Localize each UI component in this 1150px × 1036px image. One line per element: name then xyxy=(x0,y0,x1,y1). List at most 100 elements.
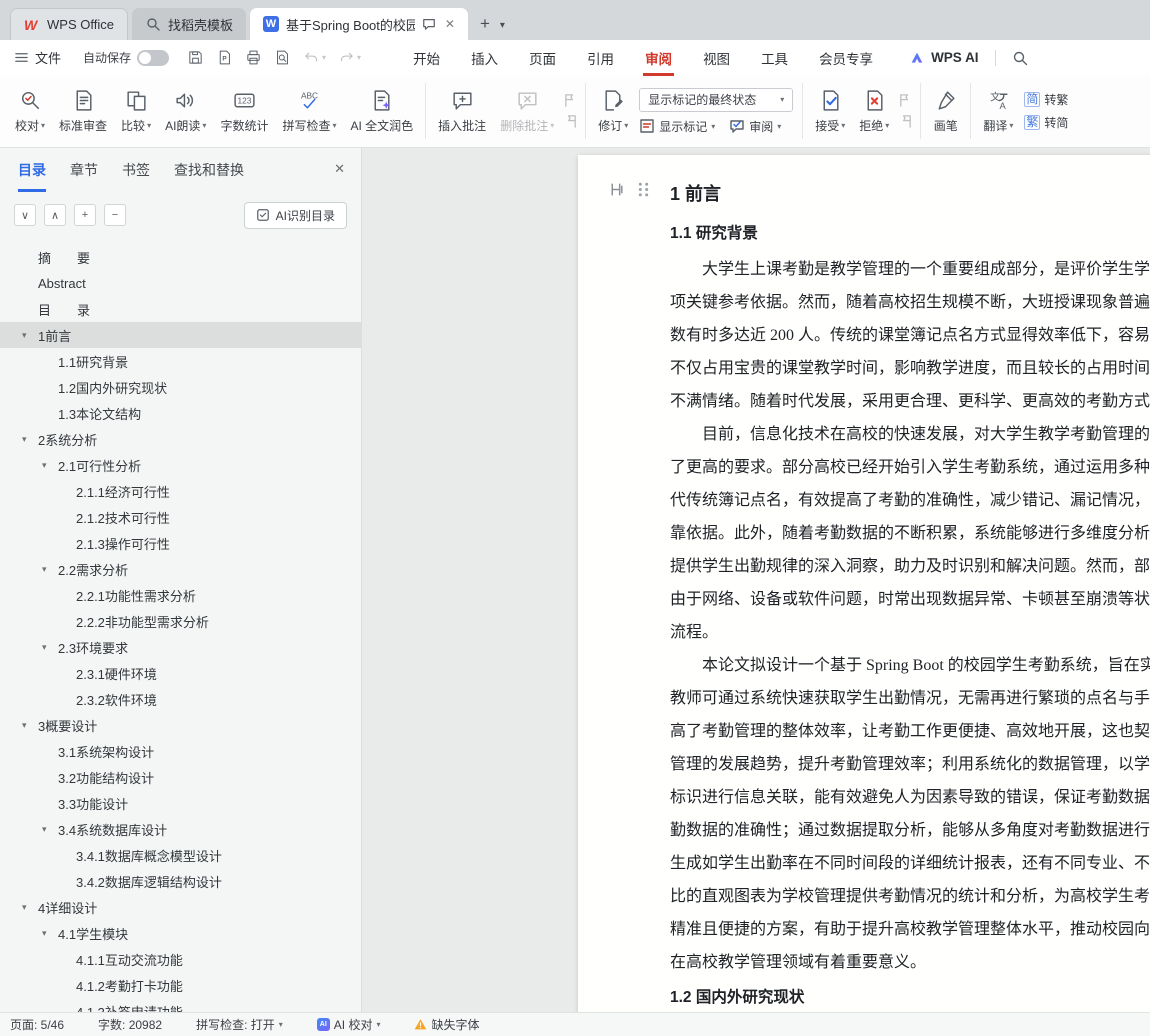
toc-item[interactable]: ▾ 4.1学生模块 xyxy=(0,920,361,946)
autosave-toggle[interactable] xyxy=(137,49,170,66)
document-line[interactable]: 不仅占用宝贵的课堂教学时间，影响教学进度，而且较长的占用时间 xyxy=(670,352,1150,385)
standard-review-button[interactable]: 标准审查 xyxy=(52,83,114,139)
ribbon-tab[interactable]: 开始 xyxy=(411,40,442,76)
document-page[interactable]: 1 前言 1.1 研究背景 大学生上课考勤是教学管理的一个重要组成部分，是评价学生学… xyxy=(578,155,1150,1012)
word-count-button[interactable]: 123 字数统计 xyxy=(213,83,275,139)
tab-wps-office[interactable]: W WPS Office xyxy=(10,8,128,40)
document-line[interactable]: 勤数据的准确性；通过数据提取分析，能够从多角度对考勤数据进行 xyxy=(670,814,1150,847)
print-preview-icon[interactable] xyxy=(274,49,291,66)
toc-expand-arrow-icon[interactable]: ▾ xyxy=(42,824,47,835)
document-line[interactable]: 比的直观图表为学校管理提供考勤情况的统计和分析，为高校学生考勤 xyxy=(670,880,1150,913)
save-icon[interactable] xyxy=(187,49,204,66)
reject-change-button[interactable]: 拒绝 ▾ xyxy=(852,83,896,139)
toc-item[interactable]: ▾ 2.2需求分析 xyxy=(0,556,361,582)
document-line[interactable]: 1.1 研究背景 xyxy=(670,215,1150,253)
toc-item[interactable]: ▾ Abstract xyxy=(0,270,361,296)
previous-change-icon[interactable] xyxy=(898,93,913,108)
document-line[interactable]: 在高校教学管理领域有着重要意义。 xyxy=(670,946,1150,979)
ribbon-tab[interactable]: 页面 xyxy=(527,40,558,76)
next-comment-icon[interactable] xyxy=(563,114,578,129)
toc-item[interactable]: ▾ 4.1.1互动交流功能 xyxy=(0,946,361,972)
ribbon-tab[interactable]: 审阅 xyxy=(643,40,675,76)
document-line[interactable]: 由于网络、设备或软件问题，时常出现数据异常、卡顿甚至崩溃等状 xyxy=(670,583,1150,616)
ai-polish-button[interactable]: AI 全文润色 xyxy=(343,83,420,139)
accept-change-button[interactable]: 接受 ▾ xyxy=(808,83,852,139)
document-line[interactable]: 标识进行信息关联，能有效避免人为因素导致的错误，保证考勤数据 xyxy=(670,781,1150,814)
document-line[interactable]: 靠依据。此外，随着考勤数据的不断积累，系统能够进行多维度分析 xyxy=(670,517,1150,550)
document-line[interactable]: 大学生上课考勤是教学管理的一个重要组成部分，是评价学生学 xyxy=(670,253,1150,286)
missing-font-warning[interactable]: 缺失字体 xyxy=(414,1016,479,1033)
spell-check-button[interactable]: ABC 拼写检查 ▾ xyxy=(275,83,343,139)
document-line[interactable]: 生成如学生出勤率在不同时间段的详细统计报表，还有不同专业、不 xyxy=(670,847,1150,880)
document-line[interactable]: 1 前言 xyxy=(670,173,1150,215)
undo-button[interactable]: ▾ xyxy=(303,49,326,66)
document-line[interactable]: 代传统簿记点名，有效提高了考勤的准确性，减少错记、漏记情况， xyxy=(670,484,1150,517)
toc-item[interactable]: ▾ 2.3.2软件环境 xyxy=(0,686,361,712)
redo-button[interactable]: ▾ xyxy=(338,49,361,66)
toc-item[interactable]: ▾ 2.1可行性分析 xyxy=(0,452,361,478)
document-line[interactable]: 本论文拟设计一个基于 Spring Boot 的校园学生考勤系统，旨在实 xyxy=(670,649,1150,682)
print-icon[interactable] xyxy=(245,49,262,66)
sidebar-tab[interactable]: 书签 xyxy=(122,148,150,192)
toc-item[interactable]: ▾ 4.1.2考勤打卡功能 xyxy=(0,972,361,998)
document-line[interactable]: 提供学生出勤规律的深入洞察，助力及时识别和解决问题。然而，部分 xyxy=(670,550,1150,583)
toc-item[interactable]: ▾ 3.1系统架构设计 xyxy=(0,738,361,764)
toc-expand-arrow-icon[interactable]: ▾ xyxy=(22,434,27,445)
toc-expand-arrow-icon[interactable]: ▾ xyxy=(42,642,47,653)
toc-item[interactable]: ▾ 1前言 xyxy=(0,322,361,348)
export-pdf-icon[interactable]: P xyxy=(216,49,233,66)
spell-check-status[interactable]: 拼写检查: 打开 ▾ xyxy=(196,1016,283,1033)
file-menu-button[interactable]: 文件 xyxy=(14,48,61,67)
demote-button[interactable]: − xyxy=(104,204,126,226)
ribbon-tab[interactable]: 工具 xyxy=(759,40,790,76)
search-icon[interactable] xyxy=(1012,50,1028,66)
toc-item[interactable]: ▾ 2.1.1经济可行性 xyxy=(0,478,361,504)
translate-button[interactable]: 文A 翻译 ▾ xyxy=(976,83,1020,139)
toc-item[interactable]: ▾ 3.4.1数据库概念模型设计 xyxy=(0,842,361,868)
sidebar-tab[interactable]: 查找和替换 xyxy=(174,148,244,192)
toc-item[interactable]: ▾ 摘 要 xyxy=(0,244,361,270)
ink-brush-button[interactable]: 画笔 xyxy=(926,83,965,139)
toc-item[interactable]: ▾ 2.3环境要求 xyxy=(0,634,361,660)
sidebar-tab[interactable]: 章节 xyxy=(70,148,98,192)
collapse-all-button[interactable]: ∨ xyxy=(14,204,36,226)
toc-item[interactable]: ▾ 3.4系统数据库设计 xyxy=(0,816,361,842)
document-line[interactable]: 1.2 国内外研究现状 xyxy=(670,979,1150,1012)
expand-all-button[interactable]: ∧ xyxy=(44,204,66,226)
show-marks-button[interactable]: 显示标记 ▾ xyxy=(639,118,715,135)
toc-item[interactable]: ▾ 1.3本论文结构 xyxy=(0,400,361,426)
document-line[interactable]: 高了考勤管理的整体效率，让考勤工作更便捷、高效地开展，这也契 xyxy=(670,715,1150,748)
document-line[interactable]: 了更高的要求。部分高校已经开始引入学生考勤系统，通过运用多种 xyxy=(670,451,1150,484)
toc-expand-arrow-icon[interactable]: ▾ xyxy=(42,564,47,575)
tab-docer-templates[interactable]: 找稻壳模板 xyxy=(131,8,246,40)
toc-item[interactable]: ▾ 2系统分析 xyxy=(0,426,361,452)
promote-button[interactable]: + xyxy=(74,204,96,226)
toc-item[interactable]: ▾ 2.2.1功能性需求分析 xyxy=(0,582,361,608)
traditional-to-simplified-button[interactable]: 繁 转简 xyxy=(1024,114,1068,131)
document-line[interactable]: 教师可通过系统快速获取学生出勤情况，无需再进行繁琐的点名与手 xyxy=(670,682,1150,715)
new-tab-button[interactable]: + xyxy=(480,14,490,34)
toc-item[interactable]: ▾ 1.1研究背景 xyxy=(0,348,361,374)
tab-document[interactable]: W 基于Spring Boot的校园学生 ✕ xyxy=(249,8,468,40)
document-line[interactable]: 目前，信息化技术在高校的快速发展，对大学生教学考勤管理的 xyxy=(670,418,1150,451)
toc-expand-arrow-icon[interactable]: ▾ xyxy=(22,720,27,731)
compare-button[interactable]: 比较 ▾ xyxy=(114,83,158,139)
toc-item[interactable]: ▾ 目 录 xyxy=(0,296,361,322)
track-changes-button[interactable]: 修订 ▾ xyxy=(591,83,635,139)
ribbon-tab[interactable]: 会员专享 xyxy=(817,40,875,76)
close-tab-icon[interactable]: ✕ xyxy=(445,17,455,31)
document-line[interactable]: 管理的发展趋势，提升考勤管理效率；利用系统化的数据管理，以学 xyxy=(670,748,1150,781)
toc-item[interactable]: ▾ 2.1.3操作可行性 xyxy=(0,530,361,556)
delete-comment-button[interactable]: 删除批注 ▾ xyxy=(493,83,561,139)
sidebar-tab[interactable]: 目录 xyxy=(18,148,46,192)
document-line[interactable]: 精准且便捷的方案，有助于提升高校教学管理整体水平，推动校园向 xyxy=(670,913,1150,946)
wps-ai-button[interactable]: WPS AI xyxy=(909,50,979,66)
toc-expand-arrow-icon[interactable]: ▾ xyxy=(22,330,27,341)
close-sidebar-icon[interactable]: ✕ xyxy=(334,161,345,177)
simplified-to-traditional-button[interactable]: 简 转繁 xyxy=(1024,91,1068,108)
ribbon-tab[interactable]: 视图 xyxy=(701,40,732,76)
toc-item[interactable]: ▾ 3.2功能结构设计 xyxy=(0,764,361,790)
toc-item[interactable]: ▾ 4.1.3补签申请功能 xyxy=(0,998,361,1013)
toc-expand-arrow-icon[interactable]: ▾ xyxy=(42,460,47,471)
next-change-icon[interactable] xyxy=(898,114,913,129)
